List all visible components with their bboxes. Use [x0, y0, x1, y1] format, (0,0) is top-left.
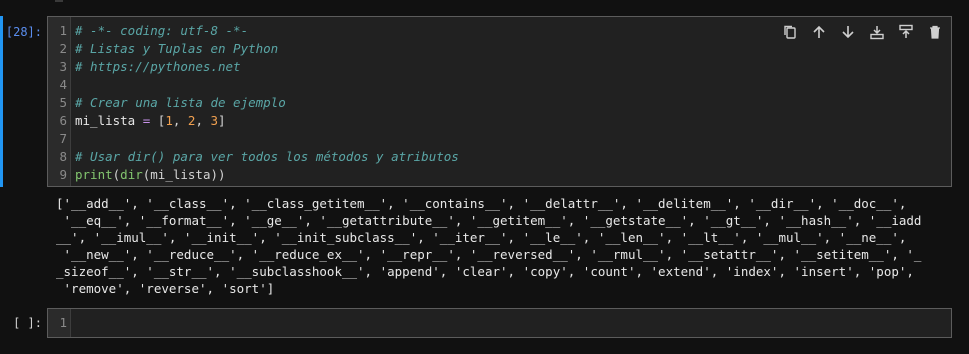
delete-cell-button[interactable]	[927, 24, 943, 40]
line-number: 2	[59, 41, 67, 56]
code-token: ]	[218, 113, 226, 128]
insert-below-icon	[870, 26, 884, 40]
duplicate-cell-button[interactable]	[782, 24, 798, 40]
cell-output: ['__add__', '__class__', '__class_getite…	[56, 195, 951, 297]
code-line: # Listas y Tuplas en Python	[75, 40, 278, 58]
code-token: # Listas y Tuplas en Python	[75, 41, 279, 56]
code-token: dir	[120, 167, 143, 182]
code-line: # Usar dir() para ver todos los métodos …	[75, 148, 459, 166]
arrow-down-icon	[842, 26, 854, 39]
code-line: mi_lista = [1, 2, 3]	[75, 112, 226, 130]
line-number: 3	[59, 59, 67, 74]
code-token: (mi_lista))	[142, 167, 226, 182]
empty-cell-prompt: [ ]:	[13, 316, 42, 330]
line-number: 5	[59, 95, 67, 110]
code-token: # Crear una lista de ejemplo	[75, 95, 286, 110]
code-token: mi_lista	[75, 113, 136, 128]
code-line: # -*- coding: utf-8 -*-	[75, 22, 248, 40]
code-token: 1	[165, 113, 173, 128]
line-number-gutter: 1	[48, 309, 71, 337]
move-down-button[interactable]	[840, 24, 856, 40]
code-line: print(dir(mi_lista))	[75, 166, 226, 184]
output-line: '__eq__', '__format__', '__ge__', '__get…	[56, 213, 922, 228]
code-token: # -*- coding: utf-8 -*-	[75, 23, 249, 38]
code-cell-editor[interactable]: 1 2 3 4 5 6 7 8 9 # -*- coding: utf-8 -*- # Lista…	[47, 16, 952, 187]
code-token: # https://pythones.net	[75, 59, 241, 74]
line-number: 8	[59, 149, 67, 164]
insert-above-icon	[899, 24, 913, 38]
code-token: =	[135, 113, 158, 128]
empty-code-cell-editor[interactable]: 1	[47, 308, 952, 338]
line-number: 7	[59, 131, 67, 146]
insert-cell-above-button[interactable]	[898, 24, 914, 40]
line-number: 9	[59, 167, 67, 182]
code-token: ,	[172, 113, 188, 128]
delete-icon	[930, 25, 940, 39]
execution-count-prompt: [28]:	[5, 25, 42, 39]
insert-cell-below-button[interactable]	[869, 24, 885, 40]
line-number-gutter: 1 2 3 4 5 6 7 8 9	[48, 17, 71, 186]
code-token: ,	[195, 113, 211, 128]
output-line: __', '__imul__', '__init__', '__init_sub…	[56, 230, 907, 245]
code-token: print	[75, 167, 113, 182]
duplicate-icon	[784, 25, 796, 39]
code-line: # Crear una lista de ejemplo	[75, 94, 286, 112]
active-cell-indicator	[0, 16, 3, 187]
move-up-button[interactable]	[811, 24, 827, 40]
cell-toolbar	[782, 23, 943, 41]
line-number: 6	[59, 113, 67, 128]
output-line: 'remove', 'reverse', 'sort']	[56, 281, 275, 296]
output-line: _sizeof__', '__str__', '__subclasshook__…	[56, 264, 914, 279]
code-token: # Usar dir() para ver todos los métodos …	[75, 149, 459, 164]
line-number: 1	[59, 315, 67, 330]
code-line: # https://pythones.net	[75, 58, 241, 76]
line-number: 1	[59, 23, 67, 38]
arrow-up-icon	[813, 25, 825, 38]
previous-cell-edge	[55, 0, 63, 2]
line-number: 4	[59, 77, 67, 92]
output-line: ['__add__', '__class__', '__class_getite…	[56, 196, 907, 211]
code-token: 3	[210, 113, 219, 128]
output-line: '__new__', '__reduce__', '__reduce_ex__'…	[56, 247, 922, 262]
